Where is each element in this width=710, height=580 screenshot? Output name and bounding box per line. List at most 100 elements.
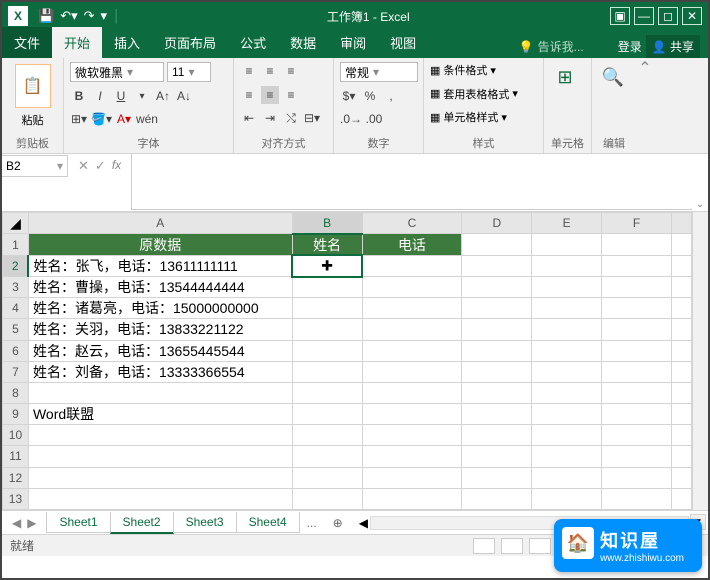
cell[interactable] [362, 340, 462, 361]
cancel-formula-icon[interactable]: ✕ [78, 158, 89, 174]
cell[interactable] [292, 277, 362, 298]
increase-font-icon[interactable]: A↑ [154, 87, 172, 105]
cell[interactable] [362, 361, 462, 382]
cell-b1[interactable]: 姓名 [292, 234, 362, 256]
row-header[interactable]: 3 [3, 277, 29, 298]
cell[interactable] [292, 340, 362, 361]
cell-a9[interactable]: Word联盟 [28, 404, 292, 425]
sheet-nav-prev-icon[interactable]: ◀ [12, 516, 21, 530]
cell[interactable] [602, 340, 672, 361]
cell[interactable] [602, 488, 672, 509]
cell[interactable] [462, 446, 532, 467]
cell[interactable] [462, 340, 532, 361]
select-all-cell[interactable]: ◢ [3, 213, 29, 234]
tab-review[interactable]: 审阅 [328, 27, 378, 58]
cell-a4[interactable]: 姓名：诸葛亮，电话：15000000000 [28, 298, 292, 319]
increase-indent-icon[interactable]: ⇥ [261, 109, 279, 127]
row-header[interactable]: 4 [3, 298, 29, 319]
cell[interactable] [602, 319, 672, 340]
col-header-f[interactable]: F [602, 213, 672, 234]
normal-view-icon[interactable] [473, 538, 495, 554]
cell[interactable] [292, 488, 362, 509]
col-header-c[interactable]: C [362, 213, 462, 234]
cell[interactable] [671, 277, 691, 298]
row-header[interactable]: 13 [3, 488, 29, 509]
cell[interactable] [671, 382, 691, 403]
cell[interactable] [362, 425, 462, 446]
decrease-decimal-icon[interactable]: .00 [365, 110, 383, 128]
cell[interactable] [532, 425, 602, 446]
cell[interactable] [462, 298, 532, 319]
conditional-format-button[interactable]: ▦ 条件格式 ▾ [430, 62, 537, 78]
cell[interactable] [462, 361, 532, 382]
chevron-down-icon[interactable]: ▾ [133, 87, 151, 105]
row-header[interactable]: 11 [3, 446, 29, 467]
font-color-button[interactable]: A▾ [115, 110, 133, 128]
cell[interactable] [462, 255, 532, 276]
cell[interactable] [292, 319, 362, 340]
tab-layout[interactable]: 页面布局 [152, 27, 228, 58]
sheet-add-icon[interactable]: ⊕ [325, 516, 351, 530]
cell[interactable] [602, 255, 672, 276]
bold-button[interactable]: B [70, 87, 88, 105]
cell[interactable] [532, 277, 602, 298]
cell-a2[interactable]: 姓名：张飞，电话：13611111111 [28, 255, 292, 276]
percent-icon[interactable]: % [361, 87, 379, 105]
minimize-icon[interactable]: — [634, 7, 654, 25]
cell[interactable] [671, 319, 691, 340]
cell[interactable] [462, 488, 532, 509]
cell[interactable] [292, 382, 362, 403]
cell[interactable] [532, 488, 602, 509]
cell[interactable] [292, 467, 362, 488]
cell[interactable] [532, 234, 602, 256]
row-header[interactable]: 5 [3, 319, 29, 340]
cell[interactable] [532, 340, 602, 361]
col-header-e[interactable]: E [532, 213, 602, 234]
cell-c1[interactable]: 电话 [362, 234, 462, 256]
italic-button[interactable]: I [91, 87, 109, 105]
phonetic-button[interactable]: wén [136, 110, 158, 128]
merge-icon[interactable]: ⊟▾ [303, 109, 321, 127]
redo-icon[interactable]: ↷ [84, 8, 95, 24]
cell-a3[interactable]: 姓名：曹操，电话：13544444444 [28, 277, 292, 298]
cell[interactable] [462, 277, 532, 298]
page-break-view-icon[interactable] [529, 538, 551, 554]
cell[interactable] [532, 404, 602, 425]
cell[interactable] [462, 234, 532, 256]
cell[interactable] [362, 404, 462, 425]
orientation-icon[interactable]: ⤭ [282, 109, 300, 127]
cell[interactable] [671, 467, 691, 488]
increase-decimal-icon[interactable]: .0→ [340, 110, 362, 128]
row-header[interactable]: 8 [3, 382, 29, 403]
align-left-icon[interactable]: ≡ [240, 86, 258, 104]
cell[interactable] [671, 234, 691, 256]
cell[interactable] [28, 382, 292, 403]
cell[interactable] [671, 446, 691, 467]
paste-button[interactable]: 📋 [15, 64, 51, 108]
vertical-scrollbar[interactable] [692, 212, 708, 510]
cell[interactable] [28, 425, 292, 446]
row-header[interactable]: 10 [3, 425, 29, 446]
row-header[interactable]: 1 [3, 234, 29, 256]
table-format-button[interactable]: ▦ 套用表格格式 ▾ [430, 86, 537, 102]
cell[interactable] [362, 467, 462, 488]
cell[interactable] [362, 298, 462, 319]
tell-me[interactable]: 💡 告诉我... [519, 38, 584, 55]
save-icon[interactable]: 💾 [38, 8, 54, 24]
cell[interactable] [362, 446, 462, 467]
formula-input[interactable] [131, 154, 692, 210]
sheet-tab-3[interactable]: Sheet3 [173, 512, 237, 533]
cell[interactable] [602, 277, 672, 298]
cell[interactable] [602, 361, 672, 382]
cell[interactable] [532, 382, 602, 403]
fill-color-button[interactable]: 🪣▾ [91, 110, 112, 128]
row-header[interactable]: 9 [3, 404, 29, 425]
tab-formulas[interactable]: 公式 [228, 27, 278, 58]
cell[interactable] [602, 404, 672, 425]
fx-icon[interactable]: fx [112, 158, 121, 174]
col-header-d[interactable]: D [462, 213, 532, 234]
tab-home[interactable]: 开始 [52, 27, 102, 58]
cell[interactable] [292, 404, 362, 425]
cell[interactable] [292, 298, 362, 319]
cell[interactable] [602, 446, 672, 467]
